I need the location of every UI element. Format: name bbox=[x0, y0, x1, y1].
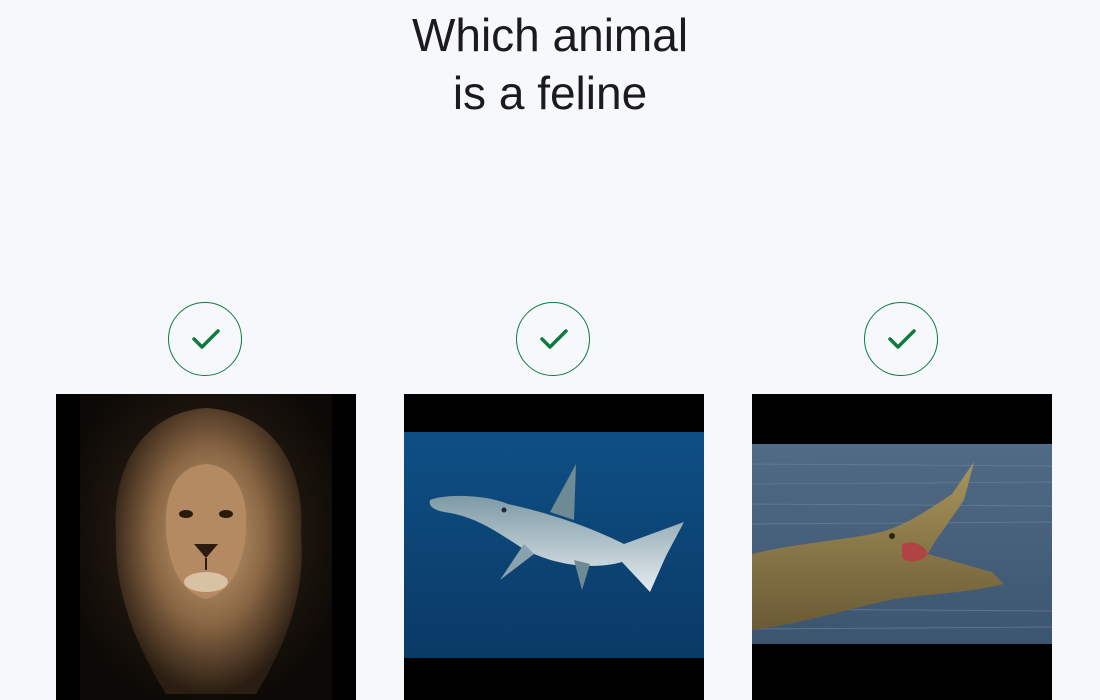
question-line-2: is a feline bbox=[452, 67, 648, 119]
lion-image[interactable] bbox=[56, 394, 356, 700]
shark-picture bbox=[404, 394, 704, 700]
select-shark-button[interactable] bbox=[516, 302, 590, 376]
crocodile-image[interactable] bbox=[752, 394, 1052, 700]
shark-image[interactable] bbox=[404, 394, 704, 700]
question-line-1: Which animal bbox=[411, 9, 689, 61]
select-crocodile-button[interactable] bbox=[864, 302, 938, 376]
question-title: Which animal is a feline bbox=[0, 6, 1100, 122]
quiz-page: Which animal is a feline bbox=[0, 0, 1100, 700]
lion-picture bbox=[56, 394, 356, 700]
checkmark-icon bbox=[540, 329, 568, 349]
crocodile-picture bbox=[752, 394, 1052, 700]
checkmark-icon bbox=[192, 329, 220, 349]
checkmark-icon bbox=[888, 329, 916, 349]
select-lion-button[interactable] bbox=[168, 302, 242, 376]
